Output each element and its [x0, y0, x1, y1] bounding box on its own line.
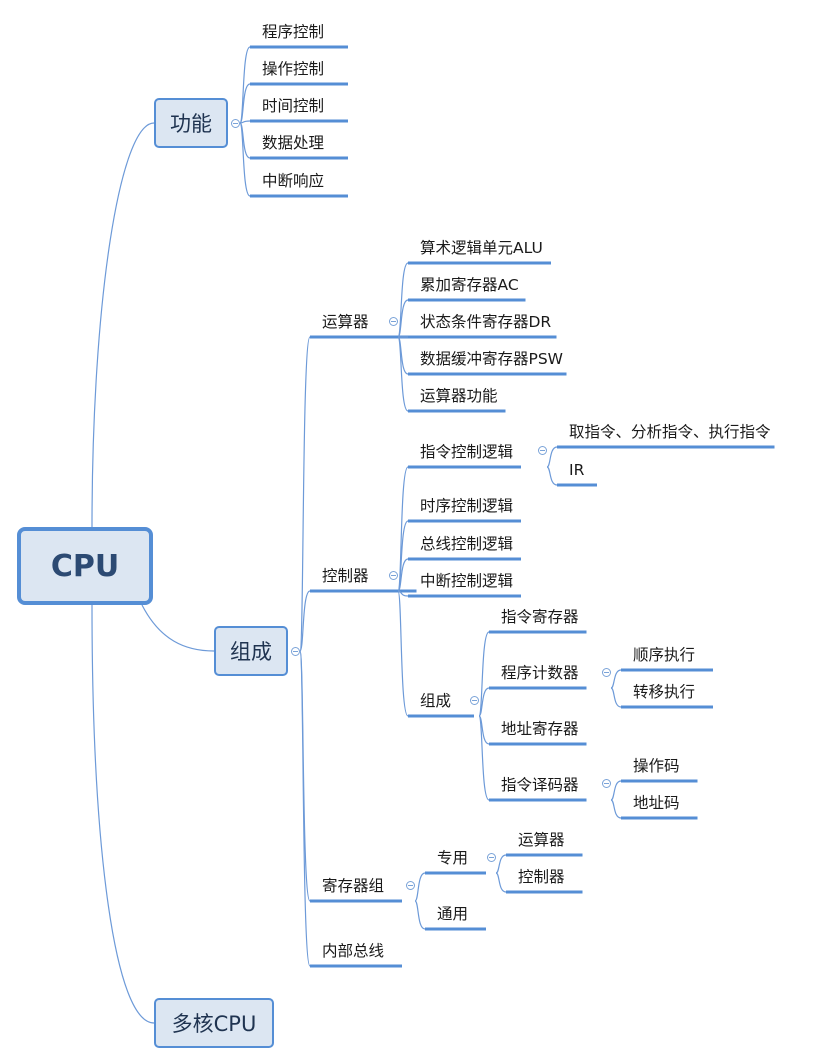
- function-item[interactable]: 数据处理: [262, 132, 324, 154]
- controller-item[interactable]: 总线控制逻辑: [420, 533, 513, 555]
- connector-controller-composition-item: [478, 715, 490, 801]
- collapse-toggle-alu[interactable]: [389, 317, 398, 326]
- sub-topic-register-group[interactable]: 寄存器组: [322, 875, 384, 897]
- collapse-toggle-instruction-logic[interactable]: [538, 446, 547, 455]
- instruction-decoder-item[interactable]: 地址码: [633, 792, 680, 814]
- connector-controller-composition-item: [478, 631, 490, 717]
- collapse-toggle-dedicated[interactable]: [487, 853, 496, 862]
- register-item[interactable]: 指令寄存器: [501, 606, 579, 628]
- connector-instruction-logic-item: [546, 446, 558, 468]
- connector-controller-item: [397, 590, 409, 717]
- dedicated-register-item[interactable]: 运算器: [518, 829, 565, 851]
- connector-dedicated-item: [495, 854, 507, 874]
- instruction-logic-item[interactable]: IR: [569, 459, 584, 481]
- alu-item[interactable]: 运算器功能: [420, 385, 498, 407]
- collapse-toggle-register-group[interactable]: [406, 881, 415, 890]
- connector-root-multicore: [91, 604, 155, 1024]
- connector-program-counter-item: [610, 687, 622, 708]
- instruction-logic-item[interactable]: 取指令、分析指令、执行指令: [569, 421, 771, 443]
- function-item[interactable]: 操作控制: [262, 58, 324, 80]
- dedicated-register-item[interactable]: 控制器: [518, 866, 565, 888]
- connector-controller-item: [397, 520, 409, 592]
- connector-dedicated-item: [495, 872, 507, 893]
- function-item[interactable]: 程序控制: [262, 21, 324, 43]
- controller-item[interactable]: 中断控制逻辑: [420, 570, 513, 592]
- connector-controller-item: [397, 466, 409, 592]
- connector-composition-internal-bus: [299, 650, 311, 967]
- main-topic-composition[interactable]: 组成: [214, 626, 288, 676]
- connector-root-function: [91, 122, 155, 528]
- connector-program-counter-item: [610, 669, 622, 689]
- alu-item[interactable]: 算术逻辑单元ALU: [420, 237, 543, 259]
- collapse-toggle-function[interactable]: [231, 119, 240, 128]
- program-counter-item[interactable]: 转移执行: [633, 681, 695, 703]
- collapse-toggle-controller-composition[interactable]: [470, 696, 479, 705]
- controller-item[interactable]: 时序控制逻辑: [420, 495, 513, 517]
- connector-alu-item: [397, 299, 409, 338]
- sub-topic-alu[interactable]: 运算器: [322, 311, 369, 333]
- register-group-item[interactable]: 通用: [437, 903, 468, 925]
- register-subgroup[interactable]: 指令译码器: [501, 774, 579, 796]
- collapse-toggle-instruction-decoder[interactable]: [602, 779, 611, 788]
- connector-instruction-decoder-item: [610, 799, 622, 819]
- root-topic-cpu[interactable]: CPU: [17, 527, 153, 605]
- controller-subgroup[interactable]: 指令控制逻辑: [420, 441, 513, 463]
- function-item[interactable]: 时间控制: [262, 95, 324, 117]
- program-counter-item[interactable]: 顺序执行: [633, 644, 695, 666]
- collapse-toggle-controller[interactable]: [389, 571, 398, 580]
- function-item[interactable]: 中断响应: [262, 170, 324, 192]
- collapse-toggle-composition[interactable]: [291, 647, 300, 656]
- instruction-decoder-item[interactable]: 操作码: [633, 755, 680, 777]
- connector-register-group-item: [414, 900, 426, 930]
- connector-instruction-decoder-item: [610, 780, 622, 801]
- sub-topic-internal-bus[interactable]: 内部总线: [322, 940, 384, 962]
- register-item[interactable]: 地址寄存器: [501, 718, 579, 740]
- connector-root-composition: [141, 604, 215, 652]
- connector-function-item: [239, 83, 251, 124]
- alu-item[interactable]: 数据缓冲寄存器PSW: [420, 348, 563, 370]
- connector-function-item: [239, 122, 251, 197]
- alu-item[interactable]: 累加寄存器AC: [420, 274, 519, 296]
- main-topic-multicore[interactable]: 多核CPU: [154, 998, 274, 1048]
- connector-register-group-item: [414, 872, 426, 902]
- connector-instruction-logic-item: [546, 466, 558, 486]
- sub-topic-controller[interactable]: 控制器: [322, 565, 369, 587]
- register-subgroup[interactable]: 程序计数器: [501, 662, 579, 684]
- register-group-subgroup[interactable]: 专用: [437, 847, 468, 869]
- controller-subgroup[interactable]: 组成: [420, 690, 451, 712]
- connector-controller-composition-item: [478, 687, 490, 717]
- alu-item[interactable]: 状态条件寄存器DR: [420, 311, 551, 333]
- collapse-toggle-program-counter[interactable]: [602, 668, 611, 677]
- main-topic-function[interactable]: 功能: [154, 98, 228, 148]
